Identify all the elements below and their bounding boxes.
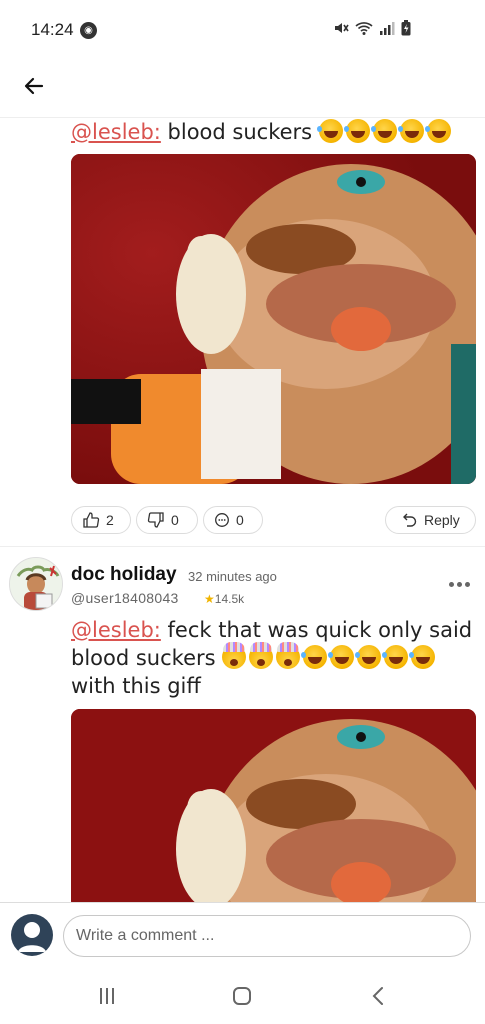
comment-gif-image[interactable] xyxy=(71,709,476,902)
comment-body: @lesleb: feck that was quick only said b… xyxy=(71,616,476,700)
author-name[interactable]: doc holiday xyxy=(71,564,177,586)
comment-text: blood suckers xyxy=(160,120,313,144)
wifi-icon xyxy=(355,22,373,35)
divider xyxy=(0,546,485,547)
reply-label: Reply xyxy=(424,512,460,528)
reply-button[interactable]: Reply xyxy=(385,506,476,534)
laughing-emoji-icon xyxy=(343,119,370,143)
like-button[interactable]: 2 xyxy=(71,506,131,534)
user-avatar-icon xyxy=(11,914,53,956)
more-options-button[interactable] xyxy=(444,574,474,594)
laughing-emoji-icon xyxy=(316,119,343,143)
mention-link[interactable]: @lesleb: xyxy=(71,120,161,144)
laughing-emoji-icon xyxy=(370,119,397,143)
emoji-group xyxy=(316,119,454,144)
system-nav-bar xyxy=(0,964,485,1024)
dot xyxy=(464,581,470,587)
comment-body: @lesleb: blood suckers xyxy=(71,118,454,146)
laughing-emoji-icon xyxy=(382,645,409,669)
comment-composer xyxy=(0,902,485,964)
mind-blown-emoji-icon xyxy=(222,642,247,669)
dislike-button[interactable]: 0 xyxy=(136,506,198,534)
status-bar: 14:24 ◉ xyxy=(0,0,485,62)
home-icon xyxy=(233,987,251,1005)
nav-back-button[interactable] xyxy=(358,982,398,1010)
mind-blown-emoji-icon xyxy=(276,642,301,669)
dot xyxy=(448,581,454,587)
status-time: 14:24 xyxy=(31,20,74,39)
home-button[interactable] xyxy=(222,982,262,1010)
back-icon xyxy=(372,987,383,1005)
mind-blown-emoji-icon xyxy=(249,642,274,669)
whatsapp-icon: ◉ xyxy=(80,22,97,39)
laughing-emoji-icon xyxy=(397,119,424,143)
replies-button[interactable]: 0 xyxy=(203,506,263,534)
recent-apps-button[interactable] xyxy=(87,982,127,1010)
back-button[interactable] xyxy=(18,70,50,102)
dislike-count: 0 xyxy=(171,512,179,528)
status-icons xyxy=(333,20,411,36)
laughing-emoji-icon xyxy=(328,645,355,669)
star-icon: ★ xyxy=(204,592,215,606)
recent-apps-icon xyxy=(100,988,114,1004)
battery-icon xyxy=(401,20,411,36)
dot xyxy=(456,581,462,587)
laughing-emoji-icon xyxy=(409,645,436,669)
top-bar xyxy=(0,62,485,118)
comment-timestamp: 32 minutes ago xyxy=(188,569,277,584)
reply-count: 0 xyxy=(236,512,244,528)
karma-value: 14.5k xyxy=(214,592,245,606)
laughing-emoji-icon xyxy=(424,119,451,143)
mute-icon xyxy=(335,23,349,33)
reply-arrow-icon xyxy=(403,513,417,527)
avatar[interactable] xyxy=(9,557,63,611)
thumbs-down-icon xyxy=(147,512,164,528)
comment-text-continued: with this giff xyxy=(71,674,201,698)
mention-link[interactable]: @lesleb: xyxy=(71,618,161,642)
emoji-group xyxy=(222,642,438,670)
username: @user18408043 xyxy=(71,590,179,606)
comment-bubble-icon xyxy=(215,513,229,527)
arrow-left-icon xyxy=(24,77,44,95)
comment-gif-image[interactable] xyxy=(71,154,476,484)
karma-score: ★14.5k xyxy=(204,592,244,606)
signal-icon xyxy=(380,22,395,35)
like-count: 2 xyxy=(106,512,114,528)
comment-input[interactable] xyxy=(63,915,471,957)
comment-actions: 2 0 0 Reply xyxy=(71,506,476,534)
laughing-emoji-icon xyxy=(301,645,328,669)
thumbs-up-icon xyxy=(83,512,100,528)
comment-thread: @lesleb: blood suckers 2 0 0 Reply doc h… xyxy=(0,118,485,902)
laughing-emoji-icon xyxy=(355,645,382,669)
